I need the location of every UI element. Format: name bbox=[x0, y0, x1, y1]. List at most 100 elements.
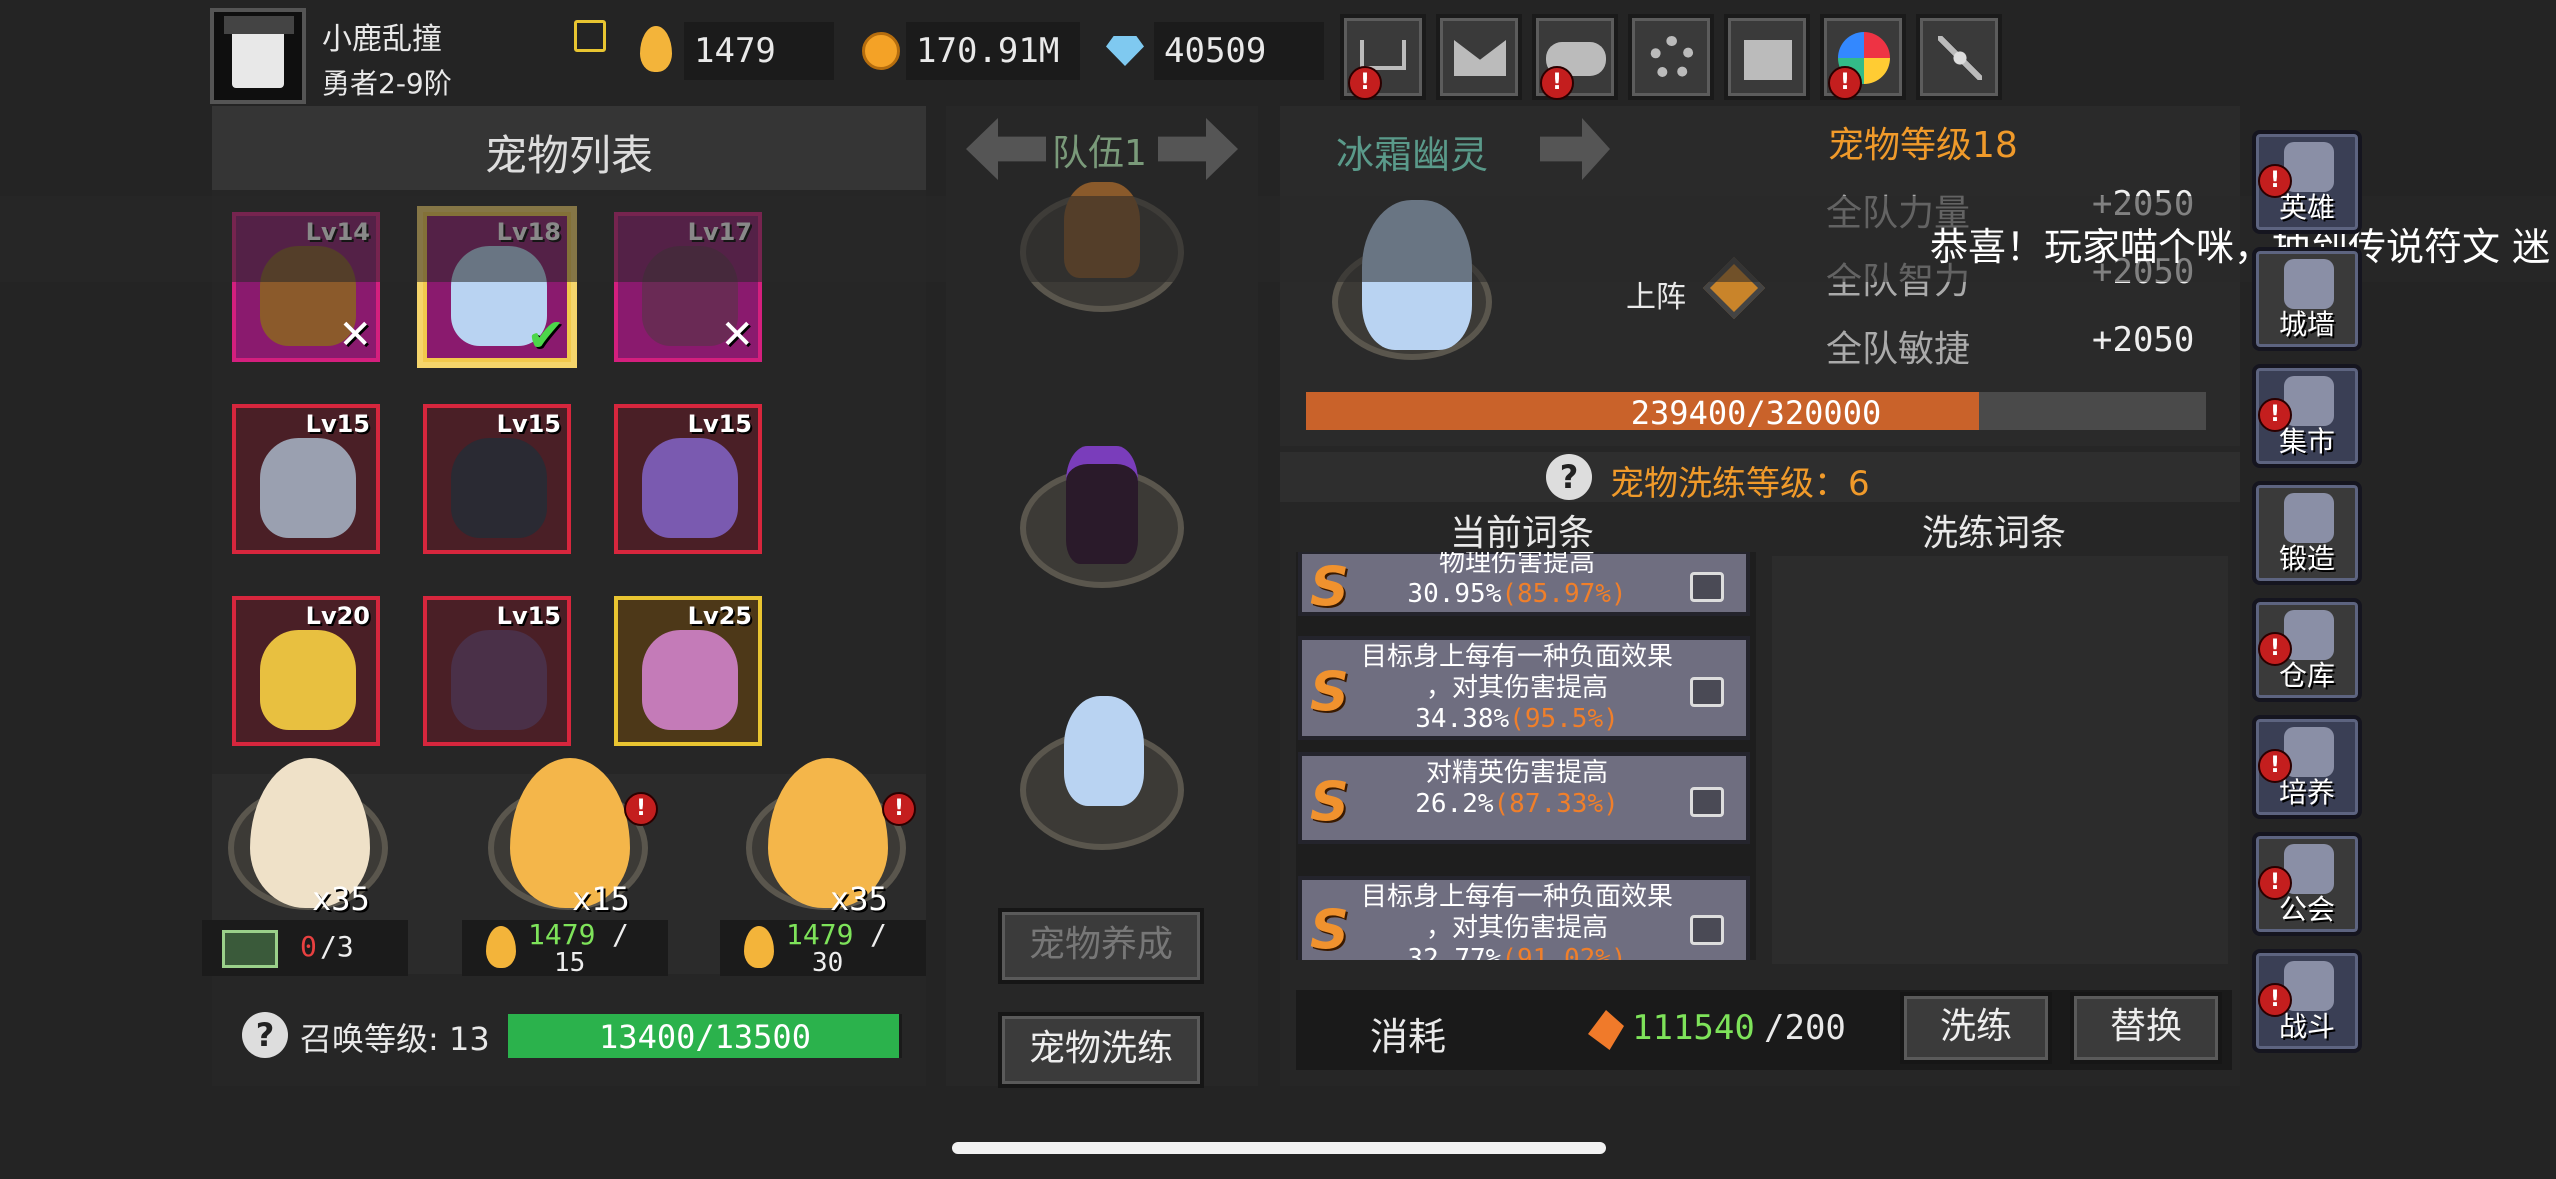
pet-level: 宠物等级18 bbox=[1828, 125, 2018, 166]
sidebar-button-portal[interactable]: 战斗! bbox=[2252, 949, 2362, 1053]
sidebar-button-wall[interactable]: 城墙 bbox=[2252, 247, 2362, 351]
sidebar-button-guild[interactable]: 公会! bbox=[2252, 832, 2362, 936]
vampire-bat-pet-sprite bbox=[451, 630, 547, 730]
player-rank: 勇者2-9阶 bbox=[322, 67, 452, 100]
alert-badge: ! bbox=[2258, 632, 2292, 666]
pet-card-5[interactable]: Lv15 bbox=[423, 404, 571, 554]
home-indicator[interactable] bbox=[952, 1142, 1606, 1154]
lock-icon[interactable] bbox=[1690, 572, 1724, 602]
lock-icon[interactable] bbox=[1690, 677, 1724, 707]
s-rank-badge: S bbox=[1310, 555, 1349, 618]
mail-button[interactable] bbox=[1436, 14, 1522, 100]
affix-desc-line1: 目标身上每有一种负面效果 bbox=[1360, 882, 1673, 912]
event-button[interactable] bbox=[1916, 14, 2002, 100]
pony-pet-sprite bbox=[642, 438, 738, 538]
stat-value: +2050 bbox=[2092, 320, 2195, 360]
pet-level-badge: Lv15 bbox=[687, 410, 752, 438]
alert-badge: ! bbox=[2258, 164, 2292, 198]
gear-icon bbox=[1650, 36, 1694, 80]
affix-value-line: 34.38%(95.5%) bbox=[1358, 704, 1676, 735]
sidebar-button-market[interactable]: 集市! bbox=[2252, 364, 2362, 468]
egg-cost-required: 15 bbox=[554, 948, 586, 978]
not-deployed-icon: ✕ bbox=[338, 312, 372, 358]
egg-cost-total: / bbox=[612, 918, 629, 951]
egg-count: x35 bbox=[312, 880, 370, 918]
wall-icon bbox=[2284, 259, 2334, 309]
affix-desc-line1: 对精英伤害提高 bbox=[1425, 758, 1608, 788]
reaper-pet-sprite bbox=[451, 438, 547, 538]
sidebar-button-trophy[interactable]: 培养! bbox=[2252, 715, 2362, 819]
pet-level-badge: Lv15 bbox=[305, 410, 370, 438]
egg-cost-current: 1479 bbox=[786, 918, 854, 951]
broadcast-text: 恭喜！玩家喵个咪，抽到传说符文 迷 bbox=[1930, 225, 2551, 269]
tab-current-affixes[interactable]: 当前词条 bbox=[1450, 504, 1594, 556]
refine-button[interactable]: 洗练 bbox=[1900, 992, 2052, 1064]
shop-cart-button[interactable]: ! bbox=[1340, 14, 1426, 100]
sidebar-button-helmet[interactable]: 英雄! bbox=[2252, 130, 2362, 234]
egg-alert-icon: ! bbox=[624, 792, 658, 826]
summon-progress-bar: 13400/13500 bbox=[508, 1014, 902, 1058]
affix-card[interactable]: S 目标身上每有一种负面效果 ，对其伤害提高 32.77%(91.02%) bbox=[1298, 876, 1750, 960]
affix-card[interactable]: S 物理伤害提高 30.95%(85.97%) bbox=[1298, 552, 1750, 616]
sidebar-button-warehouse[interactable]: 仓库! bbox=[2252, 598, 2362, 702]
pet-card-9[interactable]: Lv25 bbox=[614, 596, 762, 746]
affix-value: 30.95% bbox=[1407, 579, 1502, 609]
diamond-icon bbox=[1106, 36, 1144, 66]
exp-bar: 239400/320000 bbox=[1306, 392, 2206, 432]
firework-icon bbox=[1938, 36, 1982, 80]
pet-card-6[interactable]: Lv15 bbox=[614, 404, 762, 554]
gift-button[interactable] bbox=[1724, 14, 1810, 100]
pet-name: 冰霜幽灵 bbox=[1336, 133, 1489, 177]
alert-badge: ! bbox=[2258, 398, 2292, 432]
edit-icon[interactable] bbox=[574, 20, 606, 52]
lock-icon[interactable] bbox=[1690, 915, 1724, 945]
refine-help-icon[interactable]: ? bbox=[1546, 454, 1592, 500]
alert-badge: ! bbox=[2258, 749, 2292, 783]
current-affix-list[interactable]: S 物理伤害提高 30.95%(85.97%) S 目标身上每有一种负面效果 ，对其伤害提… bbox=[1296, 552, 1756, 960]
pet-raise-button[interactable]: 宠物养成 bbox=[998, 908, 1204, 984]
frost-ghost-pet-sprite bbox=[1064, 696, 1144, 806]
pet-refine-button[interactable]: 宠物洗练 bbox=[998, 1012, 1204, 1088]
fire-skull-pet-sprite bbox=[260, 630, 356, 730]
pet-level-badge: Lv15 bbox=[496, 410, 561, 438]
bat-pet-sprite bbox=[260, 438, 356, 538]
mail-icon bbox=[1454, 40, 1506, 76]
cost-current: 111540 bbox=[1632, 1008, 1755, 1048]
egg-alert-icon: ! bbox=[882, 792, 916, 826]
stat-label: 全队敏捷 bbox=[1826, 329, 1971, 370]
affix-desc-line2: ，对其伤害提高 bbox=[1425, 673, 1608, 703]
affix-text: 物理伤害提高 30.95%(85.97%) bbox=[1358, 552, 1676, 610]
scorpion-pet-sprite bbox=[642, 630, 738, 730]
sidebar-button-anvil[interactable]: 锻造 bbox=[2252, 481, 2362, 585]
team-slot-3[interactable] bbox=[1020, 696, 1184, 850]
affix-max-value: (85.97%) bbox=[1501, 579, 1627, 609]
summon-progress-text: 13400/13500 bbox=[599, 1018, 811, 1056]
refine-level: 宠物洗练等级：6 bbox=[1610, 464, 1870, 504]
alert-badge: ! bbox=[2258, 983, 2292, 1017]
egg-cost-total: /3 bbox=[320, 930, 354, 963]
affix-desc-line2: ，对其伤害提高 bbox=[1425, 913, 1608, 943]
egg-cost-total: / bbox=[870, 918, 887, 951]
s-rank-badge: S bbox=[1310, 898, 1349, 960]
tab-refine-affixes[interactable]: 洗练词条 bbox=[1922, 504, 2066, 556]
gamepad-button[interactable]: ! bbox=[1532, 14, 1618, 100]
s-rank-badge: S bbox=[1310, 770, 1349, 833]
help-icon[interactable]: ? bbox=[242, 1012, 288, 1058]
affix-max-value: (95.5%) bbox=[1509, 704, 1619, 734]
affix-value-line: 26.2%(87.33%) bbox=[1358, 789, 1676, 820]
pet-card-8[interactable]: Lv15 bbox=[423, 596, 571, 746]
affix-max-value: (87.33%) bbox=[1493, 789, 1619, 819]
team-slot-2[interactable] bbox=[1020, 446, 1184, 588]
replace-button[interactable]: 替换 bbox=[2070, 992, 2222, 1064]
lottery-button[interactable]: ! bbox=[1820, 14, 1906, 100]
settings-button[interactable] bbox=[1628, 14, 1714, 100]
player-avatar[interactable] bbox=[210, 8, 306, 104]
pet-card-4[interactable]: Lv15 bbox=[232, 404, 380, 554]
egg-cost-current: 1479 bbox=[528, 918, 596, 951]
lock-icon[interactable] bbox=[1690, 787, 1724, 817]
affix-card[interactable]: S 对精英伤害提高 26.2%(87.33%) bbox=[1298, 752, 1750, 844]
gold-amount: 170.91M bbox=[906, 22, 1080, 80]
affix-card[interactable]: S 目标身上每有一种负面效果 ，对其伤害提高 34.38%(95.5%) bbox=[1298, 636, 1750, 740]
team-label: 队伍1 bbox=[1052, 133, 1147, 174]
pet-card-7[interactable]: Lv20 bbox=[232, 596, 380, 746]
